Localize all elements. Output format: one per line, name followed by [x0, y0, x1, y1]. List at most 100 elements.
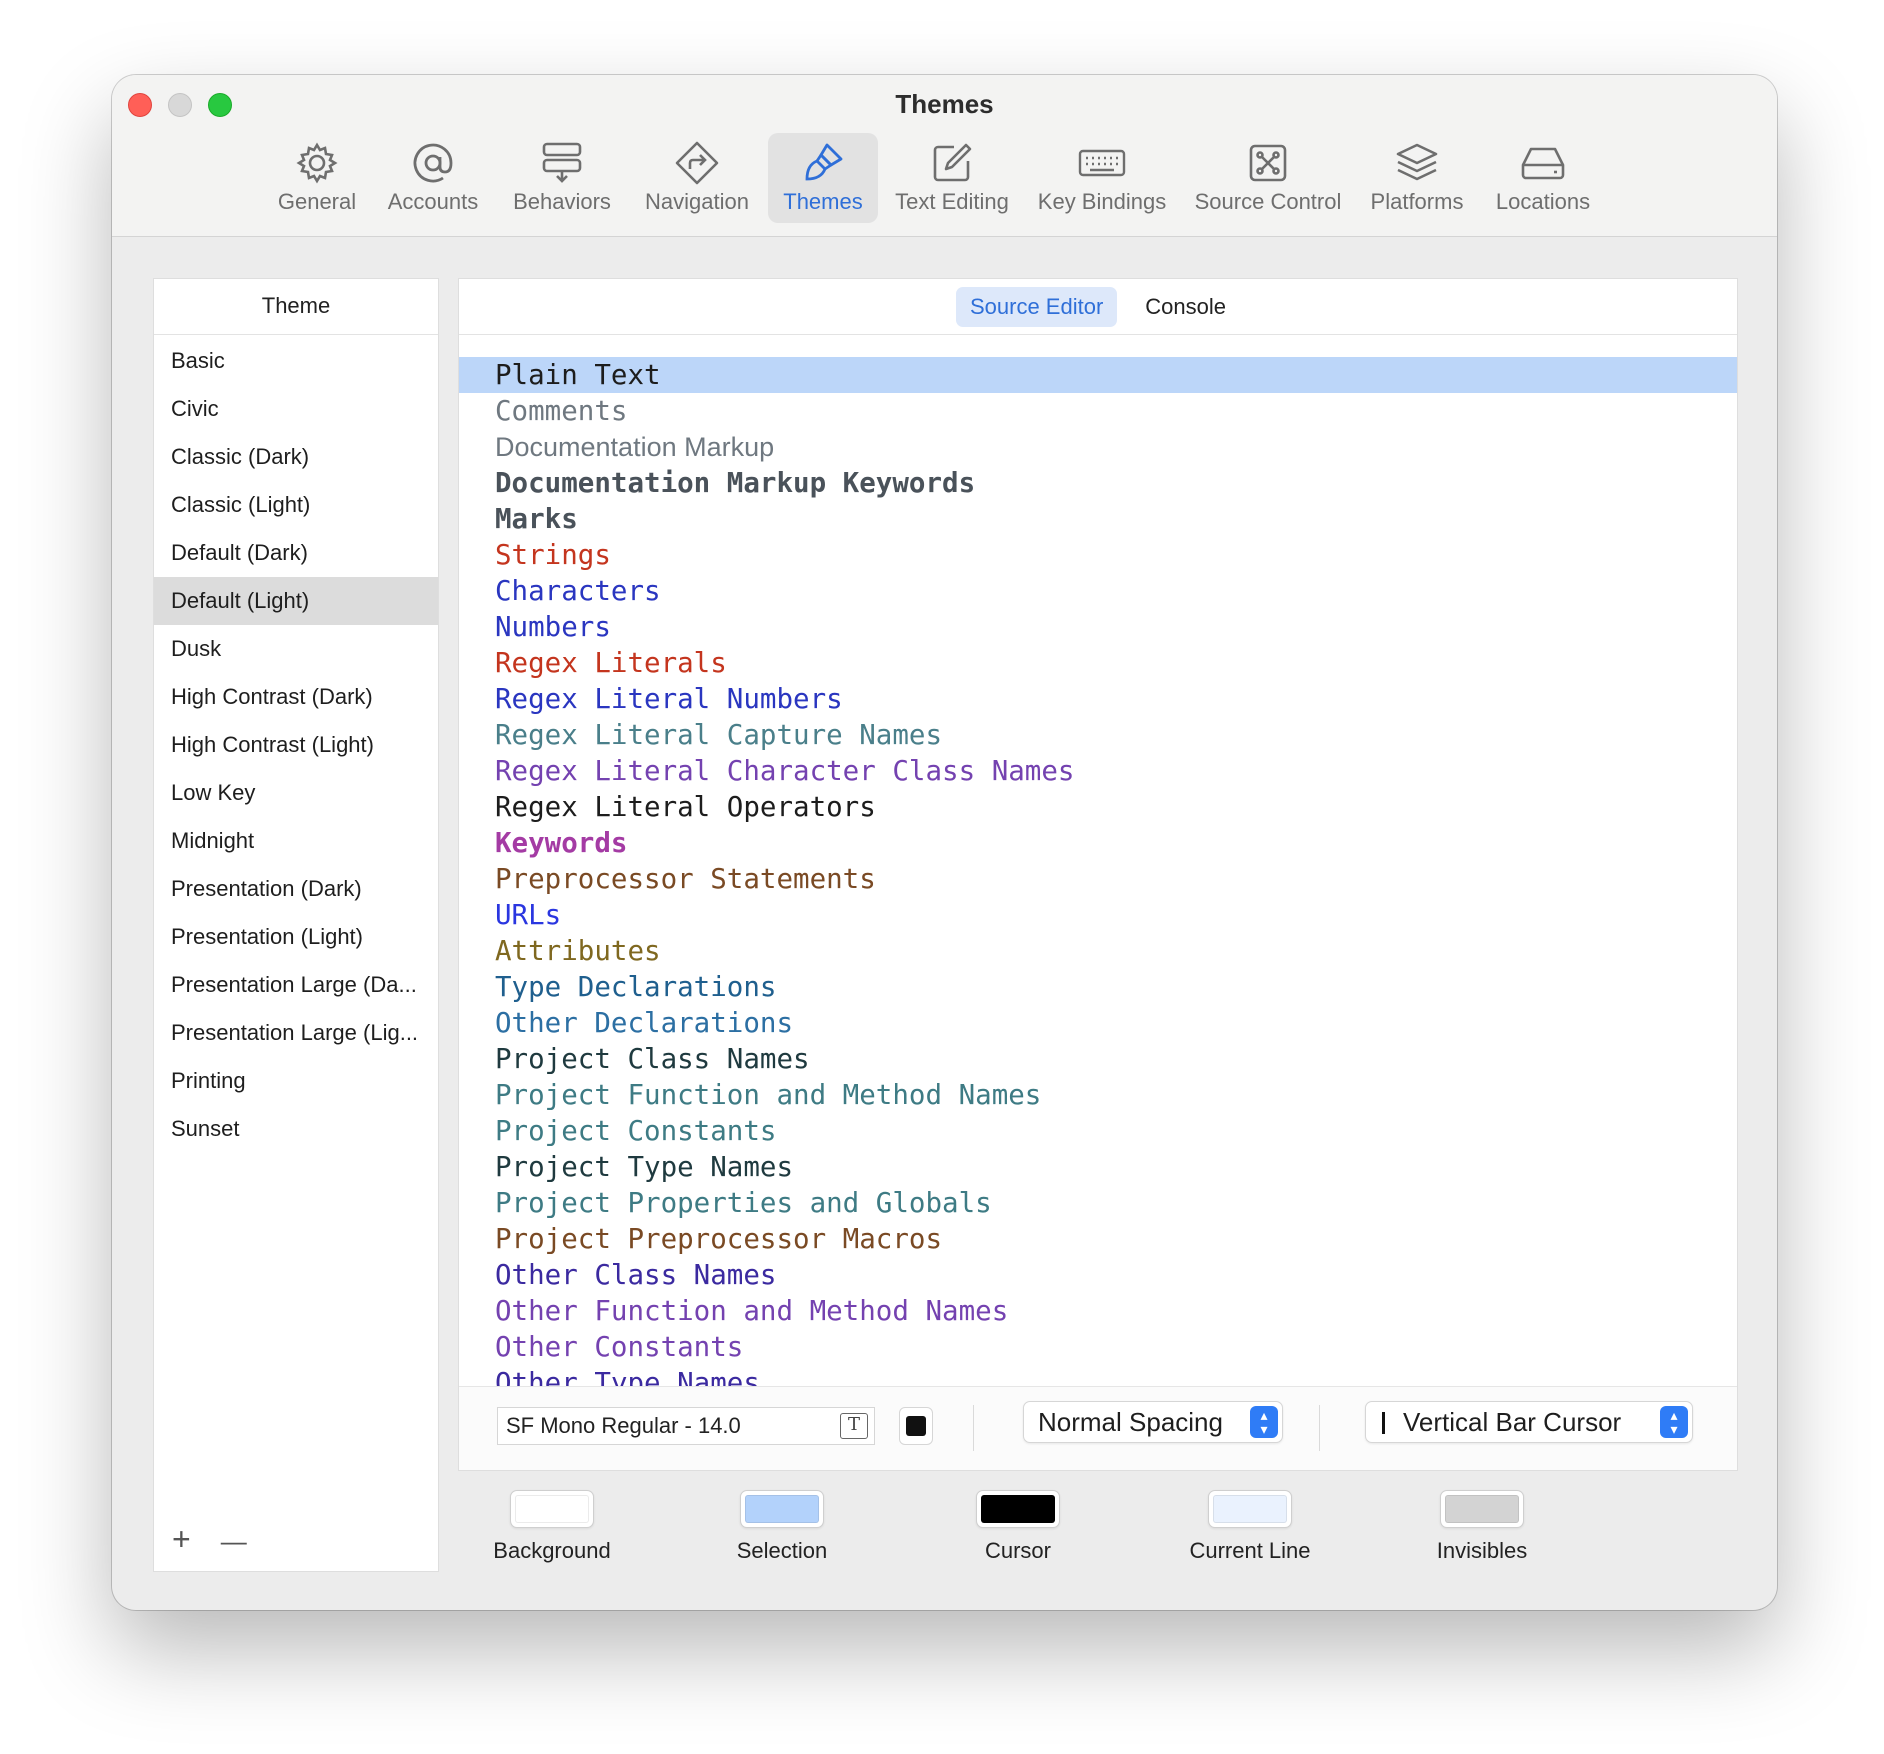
toolbar-general[interactable]: General [267, 133, 367, 223]
syntax-token-item[interactable]: Plain Text [459, 357, 1737, 393]
syntax-token-item[interactable]: Comments [459, 393, 1737, 429]
current-line-label: Current Line [1189, 1538, 1311, 1563]
line-spacing-popup[interactable]: Normal Spacing ▴ ▾ [1023, 1401, 1283, 1443]
toolbar-key-bindings[interactable]: Key Bindings [1032, 133, 1172, 223]
font-settings-bar: SF Mono Regular - 14.0 T Normal Spacing … [459, 1386, 1737, 1470]
theme-editor-panel: Source Editor Console Plain Text Comments… [458, 278, 1738, 1471]
token-color-well[interactable] [899, 1407, 933, 1445]
syntax-token-item[interactable]: URLs [459, 897, 1737, 933]
cursor-style-value: Vertical Bar Cursor [1403, 1407, 1622, 1437]
syntax-token-item[interactable]: Strings [459, 537, 1737, 573]
theme-item-sunset[interactable]: Sunset [154, 1105, 438, 1153]
theme-item-classic-dark[interactable]: Classic (Dark) [154, 433, 438, 481]
syntax-token-item[interactable]: Project Function and Method Names [459, 1077, 1737, 1113]
background-color-well[interactable]: Background [462, 1490, 642, 1564]
syntax-token-item[interactable]: Project Type Names [459, 1149, 1737, 1185]
toolbar-key-bindings-label: Key Bindings [1037, 189, 1167, 214]
theme-item-low-key[interactable]: Low Key [154, 769, 438, 817]
toolbar-themes[interactable]: Themes [768, 133, 878, 223]
syntax-token-list: Plain Text Comments Documentation Markup Do… [459, 335, 1737, 1388]
toolbar-platforms[interactable]: Platforms [1362, 133, 1472, 223]
syntax-token-item[interactable]: Regex Literal Numbers [459, 681, 1737, 717]
navigation-icon [673, 139, 721, 187]
theme-item-classic-light[interactable]: Classic (Light) [154, 481, 438, 529]
syntax-token-item[interactable]: Project Preprocessor Macros [459, 1221, 1737, 1257]
text-format-icon[interactable]: T [840, 1413, 868, 1439]
syntax-token-item[interactable]: Other Function and Method Names [459, 1293, 1737, 1329]
syntax-token-item[interactable]: Attributes [459, 933, 1737, 969]
toolbar-behaviors[interactable]: Behaviors [502, 133, 622, 223]
theme-item-default-light[interactable]: Default (Light) [154, 577, 438, 625]
syntax-token-item[interactable]: Other Type Names [459, 1365, 1737, 1388]
syntax-token-item[interactable]: Documentation Markup [459, 429, 1737, 465]
invisibles-color-well[interactable]: Invisibles [1392, 1490, 1572, 1564]
gear-icon [293, 139, 341, 187]
theme-item-presentation-large-dark[interactable]: Presentation Large (Da... [154, 961, 438, 1009]
cursor-color-well[interactable]: Cursor [928, 1490, 1108, 1564]
tab-console[interactable]: Console [1131, 287, 1240, 327]
theme-item-presentation-light[interactable]: Presentation (Light) [154, 913, 438, 961]
syntax-token-item[interactable]: Other Declarations [459, 1005, 1737, 1041]
syntax-token-item[interactable]: Project Class Names [459, 1041, 1737, 1077]
chevron-up-down-icon: ▴ ▾ [1660, 1406, 1688, 1438]
theme-item-high-contrast-dark[interactable]: High Contrast (Dark) [154, 673, 438, 721]
syntax-token-item[interactable]: Preprocessor Statements [459, 861, 1737, 897]
font-field-value: SF Mono Regular - 14.0 [506, 1413, 741, 1438]
theme-item-midnight[interactable]: Midnight [154, 817, 438, 865]
current-line-color-well[interactable]: Current Line [1160, 1490, 1340, 1564]
toolbar-behaviors-label: Behaviors [513, 189, 611, 214]
syntax-token-item[interactable]: Keywords [459, 825, 1737, 861]
theme-item-high-contrast-light[interactable]: High Contrast (Light) [154, 721, 438, 769]
toolbar-source-control[interactable]: Source Control [1187, 133, 1349, 223]
syntax-token-item[interactable]: Documentation Markup Keywords [459, 465, 1737, 501]
syntax-token-item[interactable]: Type Declarations [459, 969, 1737, 1005]
theme-item-presentation-dark[interactable]: Presentation (Dark) [154, 865, 438, 913]
titlebar: Themes General Accounts Behaviors Naviga… [112, 75, 1777, 237]
chevron-up-down-icon: ▴ ▾ [1250, 1406, 1278, 1438]
toolbar-locations[interactable]: Locations [1488, 133, 1598, 223]
selection-color-well[interactable]: Selection [692, 1490, 872, 1564]
background-label: Background [493, 1538, 611, 1563]
theme-item-basic[interactable]: Basic [154, 337, 438, 385]
window-title: Themes [895, 89, 994, 119]
cursor-swatch [981, 1495, 1055, 1523]
toolbar-accounts[interactable]: Accounts [374, 133, 492, 223]
add-theme-button[interactable]: + [172, 1521, 191, 1561]
syntax-token-item[interactable]: Regex Literal Capture Names [459, 717, 1737, 753]
vertical-bar-cursor-icon [1382, 1412, 1385, 1434]
behaviors-icon [538, 139, 586, 187]
syntax-token-item[interactable]: Regex Literals [459, 645, 1737, 681]
syntax-token-item[interactable]: Characters [459, 573, 1737, 609]
theme-item-civic[interactable]: Civic [154, 385, 438, 433]
syntax-token-item[interactable]: Regex Literal Operators [459, 789, 1737, 825]
preferences-window: Themes General Accounts Behaviors Naviga… [112, 75, 1777, 1610]
syntax-token-item[interactable]: Marks [459, 501, 1737, 537]
toolbar-text-editing-label: Text Editing [895, 189, 1009, 214]
theme-item-presentation-large-light[interactable]: Presentation Large (Lig... [154, 1009, 438, 1057]
toolbar-general-label: General [277, 189, 357, 214]
drive-icon [1519, 139, 1567, 187]
syntax-token-item[interactable]: Project Properties and Globals [459, 1185, 1737, 1221]
keyboard-icon [1078, 139, 1126, 187]
syntax-token-item[interactable]: Other Class Names [459, 1257, 1737, 1293]
syntax-token-item[interactable]: Other Constants [459, 1329, 1737, 1365]
selection-swatch [745, 1495, 819, 1523]
cursor-style-popup[interactable]: Vertical Bar Cursor ▴ ▾ [1365, 1401, 1693, 1443]
syntax-token-item[interactable]: Project Constants [459, 1113, 1737, 1149]
toolbar-navigation[interactable]: Navigation [632, 133, 762, 223]
toolbar-themes-label: Themes [783, 189, 863, 214]
syntax-token-item[interactable]: Numbers [459, 609, 1737, 645]
font-field[interactable]: SF Mono Regular - 14.0 T [497, 1407, 875, 1445]
theme-item-dusk[interactable]: Dusk [154, 625, 438, 673]
remove-theme-button[interactable]: — [221, 1521, 247, 1561]
syntax-token-item[interactable]: Regex Literal Character Class Names [459, 753, 1737, 789]
current-line-swatch [1213, 1495, 1287, 1523]
tab-source-editor[interactable]: Source Editor [955, 286, 1118, 327]
toolbar-text-editing[interactable]: Text Editing [887, 133, 1017, 223]
toolbar-source-control-label: Source Control [1194, 189, 1342, 214]
theme-item-printing[interactable]: Printing [154, 1057, 438, 1105]
layers-icon [1393, 139, 1441, 187]
theme-item-default-dark[interactable]: Default (Dark) [154, 529, 438, 577]
theme-list-panel: Theme Basic Civic Classic (Dark) Classic… [153, 278, 439, 1572]
editor-segmented-control: Source Editor Console [459, 279, 1737, 335]
